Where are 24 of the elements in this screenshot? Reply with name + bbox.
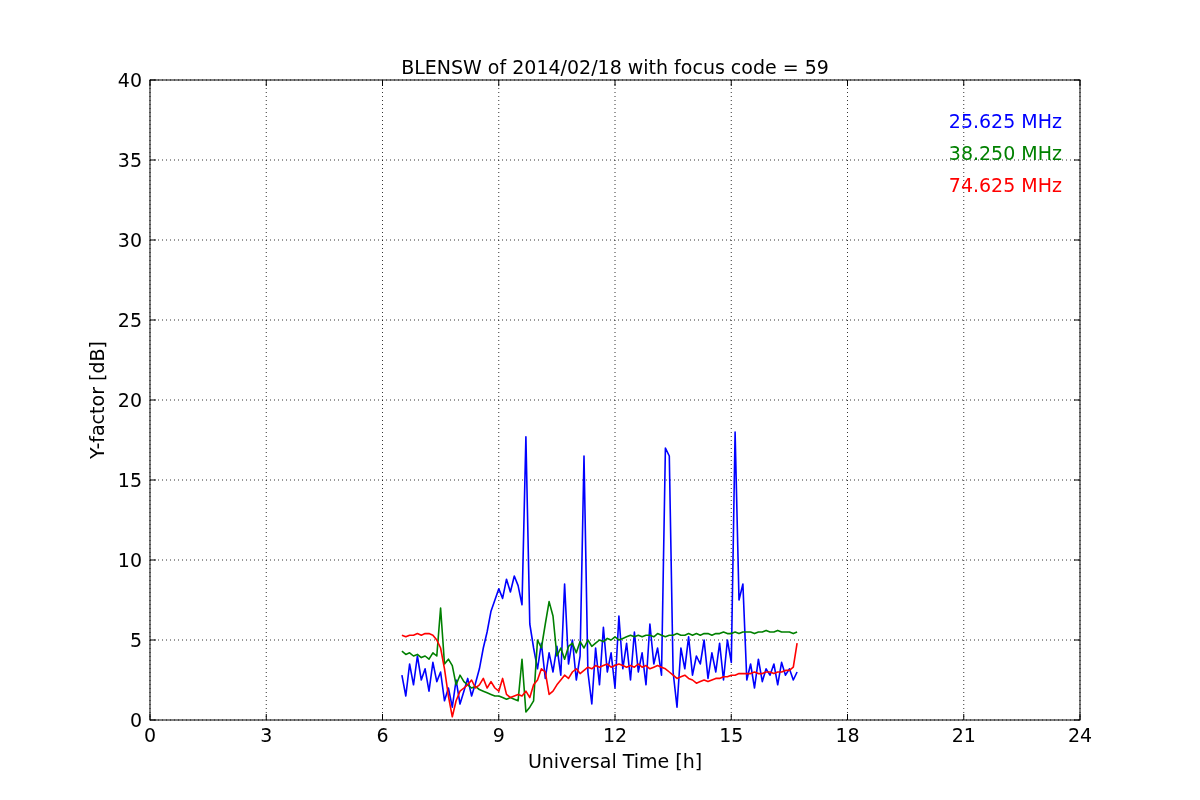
legend-label: 38.250 MHz: [948, 142, 1062, 164]
tick-label: 3: [260, 724, 273, 746]
tick-label: 15: [117, 469, 142, 491]
axis-label: Universal Time [h]: [527, 750, 703, 772]
tick-label: 0: [129, 709, 142, 731]
tick-label: 10: [117, 549, 142, 571]
tick-label: 25: [117, 309, 142, 331]
tick-label: 5: [129, 629, 142, 651]
tick-label: 30: [117, 229, 142, 251]
tick-label: 18: [835, 724, 860, 746]
axis-label: Y-factor [dB]: [86, 341, 108, 459]
tick-label: 15: [719, 724, 744, 746]
tick-label: 21: [951, 724, 976, 746]
tick-label: 12: [602, 724, 628, 746]
tick-label: 9: [492, 724, 505, 746]
tick-label: 6: [376, 724, 389, 746]
tick-label: 24: [1067, 724, 1093, 746]
chart-title: BLENSW of 2014/02/18 with focus code = 59: [401, 56, 829, 78]
tick-label: 0: [143, 724, 157, 746]
tick-label: 20: [117, 389, 142, 411]
legend-label: 74.625 MHz: [948, 174, 1062, 196]
legend-label: 25.625 MHz: [948, 110, 1062, 132]
tick-label: 35: [117, 149, 142, 171]
tick-label: 40: [117, 69, 142, 91]
